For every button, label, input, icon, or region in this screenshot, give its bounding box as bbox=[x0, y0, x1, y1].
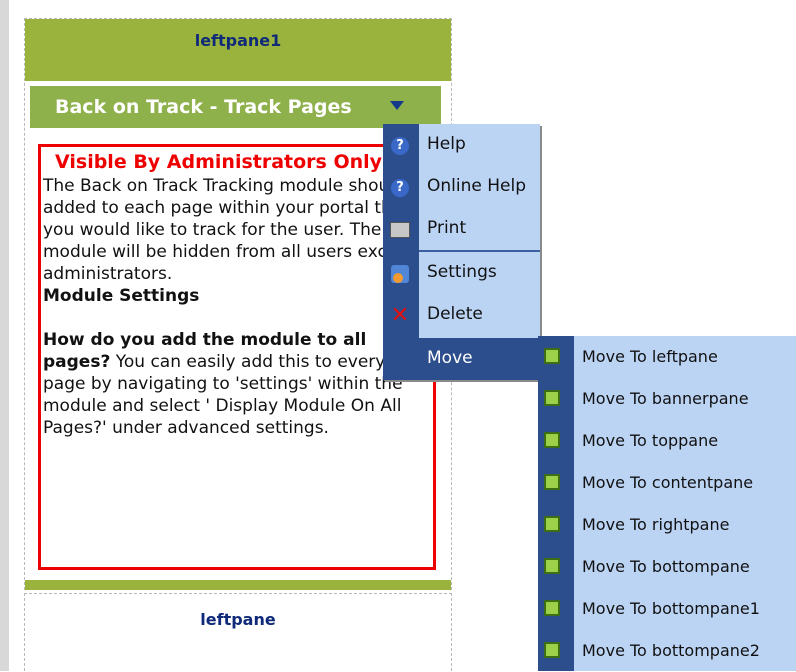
move-submenu: Move To leftpane Move To bannerpane Move… bbox=[538, 336, 796, 671]
submenu-item-move-toppane[interactable]: Move To toppane bbox=[538, 420, 796, 462]
submenu-item-move-rightpane[interactable]: Move To rightpane bbox=[538, 504, 796, 546]
submenu-item-move-leftpane[interactable]: Move To leftpane bbox=[538, 336, 796, 378]
menu-item-print[interactable]: Print bbox=[383, 208, 540, 250]
help-icon: ? bbox=[389, 135, 411, 157]
submenu-item-label: Move To rightpane bbox=[582, 515, 730, 534]
module-action-menu: ? Help ? Online Help Print Settings ✕ De… bbox=[383, 124, 540, 380]
submenu-item-move-contentpane[interactable]: Move To contentpane bbox=[538, 462, 796, 504]
pane-icon bbox=[544, 516, 560, 532]
print-icon bbox=[389, 219, 411, 241]
pane-footer-band bbox=[25, 580, 451, 590]
submenu-item-label: Move To bottompane1 bbox=[582, 599, 760, 618]
module-header[interactable]: Back on Track - Track Pages bbox=[30, 86, 441, 128]
submenu-item-move-bottompane2[interactable]: Move To bottompane2 bbox=[538, 630, 796, 672]
submenu-item-label: Move To bottompane2 bbox=[582, 641, 760, 660]
pane-icon bbox=[544, 600, 560, 616]
menu-item-help[interactable]: ? Help bbox=[383, 124, 540, 166]
pane-icon bbox=[544, 642, 560, 658]
menu-item-move[interactable]: Move bbox=[383, 338, 540, 380]
menu-item-label: Delete bbox=[427, 304, 483, 324]
settings-heading: Module Settings bbox=[43, 286, 200, 306]
faq-paragraph: How do you add the module to all pages? … bbox=[43, 329, 433, 439]
menu-item-settings[interactable]: Settings bbox=[383, 252, 540, 294]
submenu-item-move-bannerpane[interactable]: Move To bannerpane bbox=[538, 378, 796, 420]
submenu-item-move-bottompane[interactable]: Move To bottompane bbox=[538, 546, 796, 588]
pane-icon bbox=[544, 558, 560, 574]
menu-item-label: Online Help bbox=[427, 176, 526, 196]
online-help-icon: ? bbox=[389, 177, 411, 199]
settings-icon bbox=[389, 263, 411, 285]
pane-title: leftpane1 bbox=[194, 31, 282, 50]
pane-icon bbox=[544, 390, 560, 406]
menu-item-label: Print bbox=[427, 218, 467, 238]
chevron-down-icon[interactable] bbox=[390, 101, 404, 110]
pane-icon bbox=[544, 348, 560, 364]
module-content: Visible By Administrators Only The Back … bbox=[38, 144, 436, 570]
module-title: Back on Track - Track Pages bbox=[55, 96, 352, 118]
submenu-item-label: Move To bannerpane bbox=[582, 389, 749, 408]
submenu-item-move-bottompane1[interactable]: Move To bottompane1 bbox=[538, 588, 796, 630]
pane-icon bbox=[544, 432, 560, 448]
pane-icon bbox=[544, 474, 560, 490]
menu-item-label: Move bbox=[427, 348, 473, 368]
menu-item-label: Help bbox=[427, 134, 466, 154]
pane-title: leftpane bbox=[200, 610, 276, 629]
delete-icon: ✕ bbox=[390, 303, 410, 328]
submenu-item-label: Move To bottompane bbox=[582, 557, 750, 576]
pane-header-band: leftpane1 bbox=[25, 19, 451, 81]
submenu-item-label: Move To contentpane bbox=[582, 473, 754, 492]
admin-notice: Visible By Administrators Only bbox=[55, 151, 383, 173]
module-description: The Back on Track Tracking module should… bbox=[43, 176, 432, 284]
submenu-item-label: Move To leftpane bbox=[582, 347, 718, 366]
left-gutter bbox=[0, 0, 9, 671]
leftpane-pane: leftpane bbox=[24, 593, 452, 671]
menu-item-label: Settings bbox=[427, 262, 497, 282]
menu-item-delete[interactable]: ✕ Delete bbox=[383, 294, 540, 336]
submenu-item-label: Move To toppane bbox=[582, 431, 719, 450]
menu-item-online-help[interactable]: ? Online Help bbox=[383, 166, 540, 208]
